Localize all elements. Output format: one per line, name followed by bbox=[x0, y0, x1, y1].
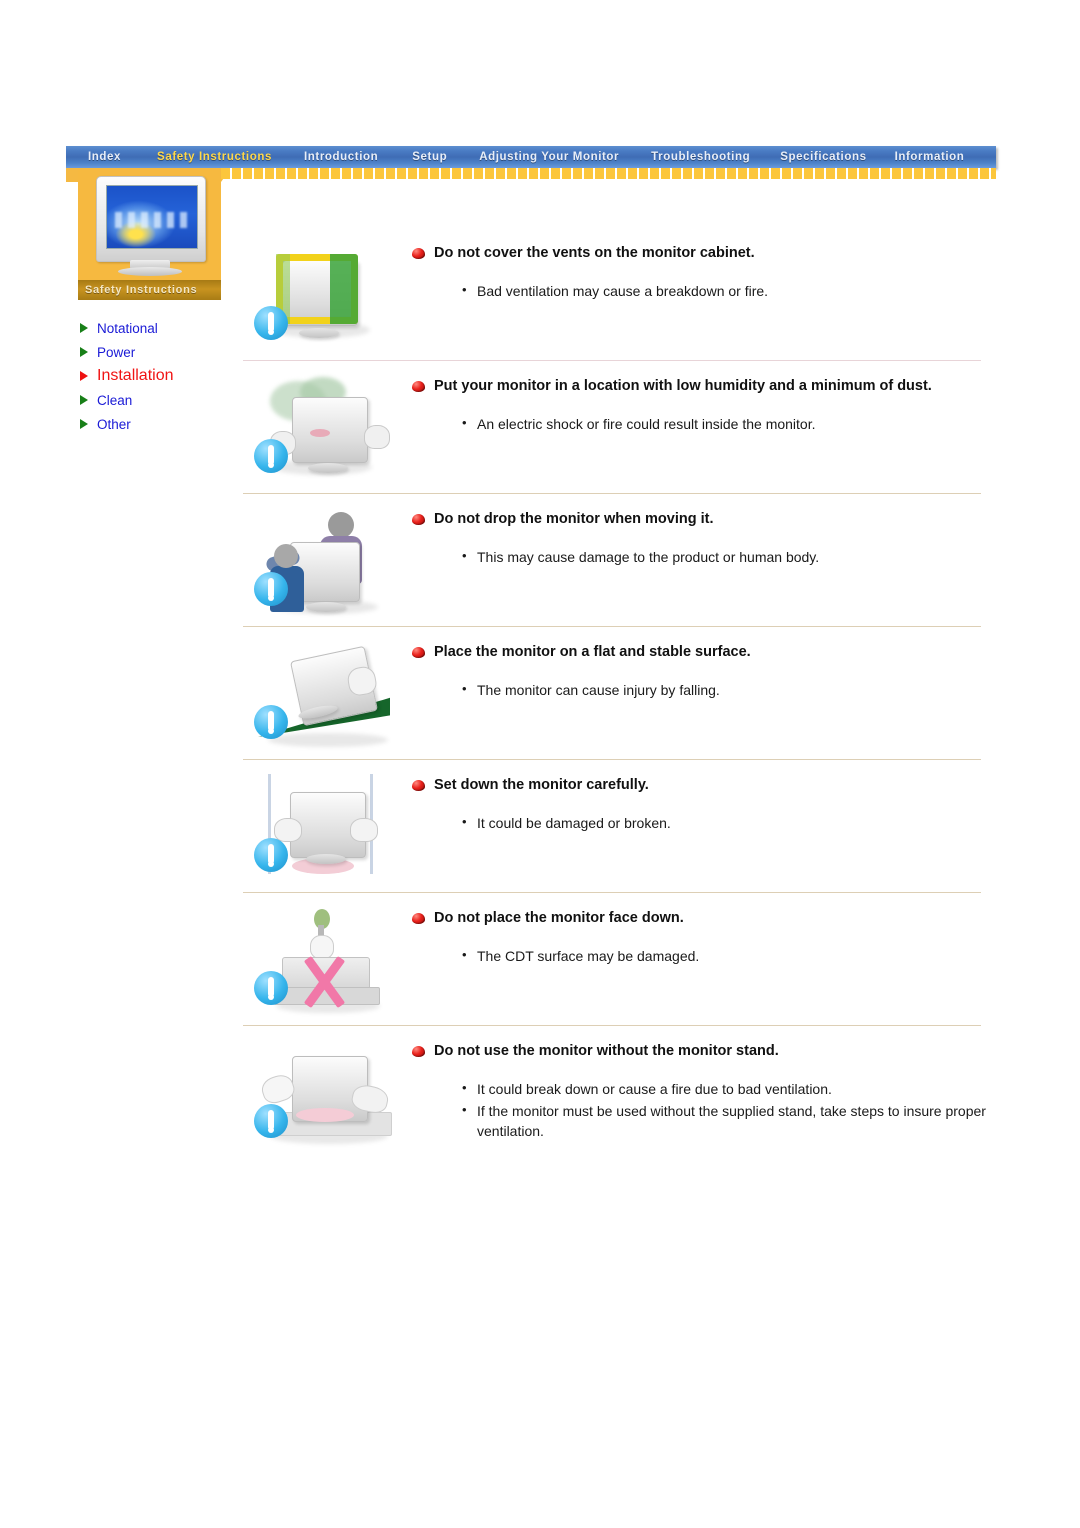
monitor-foot bbox=[118, 267, 182, 276]
section-heading: Do not use the monitor without the monit… bbox=[434, 1043, 779, 1059]
monitor-face-down-crossed-out-illustration bbox=[252, 907, 402, 1019]
red-bullet-icon bbox=[412, 1046, 425, 1057]
arrow-right-icon bbox=[80, 323, 88, 333]
top-navigation: Index Safety Instructions Introduction S… bbox=[66, 146, 996, 168]
sidebar-item-label: Notational bbox=[97, 320, 158, 336]
section-bullet-list: It could break down or cause a fire due … bbox=[462, 1078, 1000, 1141]
section-bullet-list: The CDT surface may be damaged. bbox=[462, 945, 1000, 966]
section-text: Do not place the monitor face down. The … bbox=[412, 905, 1000, 966]
section-bullet-list: Bad ventilation may cause a breakdown or… bbox=[462, 280, 1000, 301]
red-x-icon bbox=[296, 955, 350, 1009]
bullet-item: It could break down or cause a fire due … bbox=[462, 1078, 997, 1099]
warning-badge-icon bbox=[254, 705, 288, 739]
tick-strip-dashes bbox=[221, 168, 996, 179]
sidebar-caption: Safety Instructions bbox=[78, 280, 221, 300]
warning-badge-icon bbox=[254, 572, 288, 606]
monitor-being-set-down-illustration bbox=[252, 774, 402, 886]
bullet-item: The monitor can cause injury by falling. bbox=[462, 679, 997, 700]
section-bullet-list: The monitor can cause injury by falling. bbox=[462, 679, 1000, 700]
sidebar-item-installation[interactable]: Installation bbox=[80, 364, 224, 388]
main-content: Do not cover the vents on the monitor ca… bbox=[240, 228, 1000, 1158]
section-text: Put your monitor in a location with low … bbox=[412, 373, 1000, 434]
sidebar-item-other[interactable]: Other bbox=[80, 412, 224, 436]
warning-badge-icon bbox=[254, 439, 288, 473]
nav-item-troubleshooting[interactable]: Troubleshooting bbox=[649, 151, 752, 163]
monitor-without-stand-illustration bbox=[252, 1040, 402, 1152]
arrow-right-icon bbox=[80, 347, 88, 357]
arrow-right-icon bbox=[80, 395, 88, 405]
sidebar-item-clean[interactable]: Clean bbox=[80, 388, 224, 412]
sidebar-item-label: Other bbox=[97, 416, 131, 432]
safety-section: Do not place the monitor face down. The … bbox=[240, 893, 1000, 1025]
section-bullet-list: This may cause damage to the product or … bbox=[462, 546, 1000, 567]
section-text: Do not drop the monitor when moving it. … bbox=[412, 506, 1000, 567]
nav-item-introduction[interactable]: Introduction bbox=[302, 151, 380, 163]
person-dropping-monitor-illustration bbox=[252, 508, 402, 620]
monitor-body bbox=[96, 176, 206, 262]
safety-section: Set down the monitor carefully. It could… bbox=[240, 760, 1000, 892]
sidebar-item-label: Power bbox=[97, 344, 136, 360]
sidebar-item-notational[interactable]: Notational bbox=[80, 316, 224, 340]
monitor-screen bbox=[106, 185, 198, 249]
safety-section: Put your monitor in a location with low … bbox=[240, 361, 1000, 493]
safety-section: Do not drop the monitor when moving it. … bbox=[240, 494, 1000, 626]
section-bullet-list: An electric shock or fire could result i… bbox=[462, 413, 1000, 434]
screen-text-blur bbox=[115, 212, 191, 228]
bullet-item: An electric shock or fire could result i… bbox=[462, 413, 997, 434]
sidebar-item-label: Installation bbox=[97, 367, 174, 384]
safety-section: Do not use the monitor without the monit… bbox=[240, 1026, 1000, 1158]
red-bullet-icon bbox=[412, 647, 425, 658]
bullet-item: The CDT surface may be damaged. bbox=[462, 945, 997, 966]
arrow-right-icon bbox=[80, 419, 88, 429]
red-bullet-icon bbox=[412, 248, 425, 259]
bullet-item: Bad ventilation may cause a breakdown or… bbox=[462, 280, 997, 301]
section-bullet-list: It could be damaged or broken. bbox=[462, 812, 1000, 833]
section-heading: Do not cover the vents on the monitor ca… bbox=[434, 245, 755, 261]
warning-badge-icon bbox=[254, 306, 288, 340]
section-heading: Put your monitor in a location with low … bbox=[434, 378, 932, 394]
red-bullet-icon bbox=[412, 381, 425, 392]
warning-badge-icon bbox=[254, 1104, 288, 1138]
section-heading: Do not place the monitor face down. bbox=[434, 910, 684, 926]
section-text: Set down the monitor carefully. It could… bbox=[412, 772, 1000, 833]
red-bullet-icon bbox=[412, 514, 425, 525]
monitor-with-vents-covered-illustration bbox=[252, 242, 402, 354]
sidebar-item-label: Clean bbox=[97, 392, 133, 408]
nav-item-information[interactable]: Information bbox=[893, 151, 967, 163]
warning-badge-icon bbox=[254, 838, 288, 872]
safety-section: Place the monitor on a flat and stable s… bbox=[240, 627, 1000, 759]
sidebar-link-list: Notational Power Installation Clean Othe… bbox=[78, 316, 224, 436]
nav-item-safety-instructions[interactable]: Safety Instructions bbox=[155, 151, 274, 163]
warning-badge-icon bbox=[254, 971, 288, 1005]
red-bullet-icon bbox=[412, 780, 425, 791]
monitor-in-dusty-humid-place-illustration bbox=[252, 375, 402, 487]
arrow-right-icon bbox=[80, 371, 88, 381]
bullet-item: This may cause damage to the product or … bbox=[462, 546, 997, 567]
section-heading: Set down the monitor carefully. bbox=[434, 777, 649, 793]
bullet-item: If the monitor must be used without the … bbox=[462, 1100, 997, 1141]
nav-item-specifications[interactable]: Specifications bbox=[778, 151, 868, 163]
section-text: Do not cover the vents on the monitor ca… bbox=[412, 240, 1000, 301]
section-text: Place the monitor on a flat and stable s… bbox=[412, 639, 1000, 700]
red-bullet-icon bbox=[412, 913, 425, 924]
nav-bar: Index Safety Instructions Introduction S… bbox=[66, 146, 996, 168]
section-heading: Do not drop the monitor when moving it. bbox=[434, 511, 714, 527]
nav-item-adjusting-your-monitor[interactable]: Adjusting Your Monitor bbox=[477, 151, 621, 163]
bullet-item: It could be damaged or broken. bbox=[462, 812, 997, 833]
sidebar: Safety Instructions Notational Power Ins… bbox=[78, 168, 224, 436]
monitor-thumbnail-icon bbox=[78, 168, 221, 280]
section-text: Do not use the monitor without the monit… bbox=[412, 1038, 1000, 1141]
monitor-on-sloped-surface-illustration bbox=[252, 641, 402, 753]
section-heading: Place the monitor on a flat and stable s… bbox=[434, 644, 751, 660]
nav-item-setup[interactable]: Setup bbox=[410, 151, 449, 163]
safety-section: Do not cover the vents on the monitor ca… bbox=[240, 228, 1000, 360]
sidebar-item-power[interactable]: Power bbox=[80, 340, 224, 364]
nav-item-index[interactable]: Index bbox=[86, 151, 123, 163]
